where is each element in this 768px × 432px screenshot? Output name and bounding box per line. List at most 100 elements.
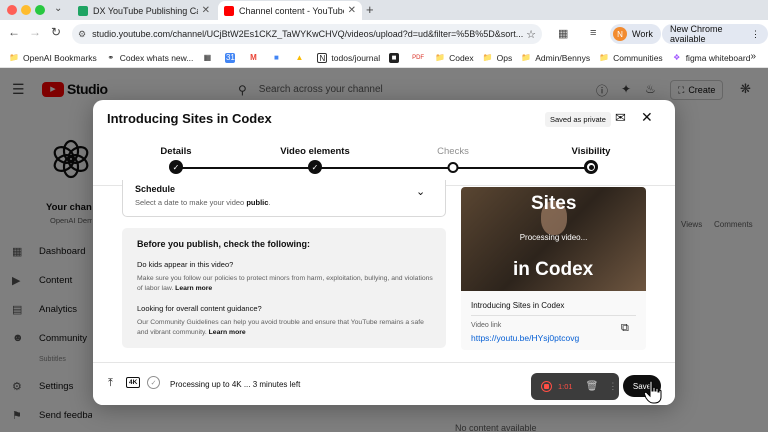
hd-4k-icon: 4K — [126, 377, 141, 388]
bookmark-icon: ■ — [274, 52, 279, 62]
bookmark-openai[interactable]: 📁 OpenAI Bookmarks — [9, 53, 97, 63]
bookmark-communities-folder[interactable]: 📁 Communities — [599, 53, 663, 63]
prepublish-heading: Before you publish, check the following: — [137, 239, 311, 249]
bookmark-calendar[interactable]: 31 — [225, 52, 239, 63]
back-arrow-icon[interactable]: ← — [8, 25, 20, 39]
video-link[interactable]: https://youtu.be/HYsj0ptcovg — [471, 333, 579, 343]
gmail-icon: M — [250, 52, 257, 62]
tab-search-chevron-icon[interactable]: ⌄ — [54, 3, 62, 14]
bookmark-drive[interactable]: ▲ — [294, 53, 308, 63]
checks-status-icon: ✓ — [147, 376, 160, 389]
profile-label: Work — [632, 29, 653, 39]
trash-icon[interactable]: 🗑 — [586, 381, 599, 392]
prepublish-checklist: Before you publish, check the following:… — [122, 228, 446, 348]
chevron-down-icon[interactable]: ⌄ — [416, 185, 425, 198]
saved-status-badge: Saved as private — [545, 112, 611, 127]
guidelines-text: Our Community Guidelines can help you av… — [137, 319, 424, 336]
bookmarks-bar: 📁 OpenAI Bookmarks ⚭ Codex whats new... ▦ … — [0, 48, 768, 68]
stepper-line — [176, 167, 592, 169]
new-tab-plus-icon[interactable]: + — [366, 2, 374, 17]
tab-close-icon[interactable]: ✕ — [202, 5, 210, 16]
forward-arrow-icon[interactable]: → — [29, 25, 41, 39]
close-icon[interactable]: ✕ — [641, 109, 653, 126]
close-window-button[interactable] — [7, 5, 17, 15]
stop-recording-icon[interactable] — [541, 381, 552, 392]
screen-recording-toolbar: 1:01 🗑 ⋮ — [531, 373, 619, 400]
recording-timer: 1:01 — [558, 382, 573, 391]
site-info-icon[interactable]: ⚙ — [78, 29, 86, 40]
chrome-update-button[interactable]: New Chrome available ⋮ — [662, 24, 768, 44]
kids-question: Do kids appear in this video? — [137, 260, 234, 269]
extensions-icon[interactable]: ▦ — [558, 27, 568, 40]
drive-icon: ▲ — [295, 52, 304, 62]
guidance-question: Looking for overall content guidance? — [137, 304, 262, 313]
upload-dialog: Introducing Sites in Codex Saved as priv… — [93, 100, 675, 405]
copy-icon[interactable]: ⧉ — [621, 322, 629, 335]
schedule-title: Schedule — [135, 184, 176, 194]
bookmark-gmail[interactable]: M — [248, 53, 262, 63]
calendar-icon: 31 — [225, 52, 236, 63]
step-pending-dot[interactable] — [447, 162, 459, 173]
folder-icon: 📁 — [482, 52, 493, 62]
bookmark-figma[interactable]: ❖ figma whiteboard — [672, 52, 750, 63]
bookmark-apps[interactable]: ▦ — [202, 53, 216, 63]
processing-status: Processing video... — [519, 233, 588, 242]
schedule-section[interactable]: Schedule Select a date to make your vide… — [122, 180, 446, 217]
kids-learn-more-link[interactable]: Learn more — [175, 285, 212, 292]
app-icon: ■ — [389, 52, 400, 63]
tab-title: Channel content - YouTube St — [239, 5, 344, 16]
step-label-details[interactable]: Details — [160, 146, 191, 157]
dialog-footer: ⤒ 4K ✓ Processing up to 4K ... 3 minutes… — [93, 362, 675, 405]
folder-icon: 📁 — [9, 52, 19, 62]
maximize-window-button[interactable] — [35, 5, 45, 15]
url-bar[interactable]: ⚙ studio.youtube.com/channel/UCjBtW2Es1C… — [72, 24, 542, 44]
thumbnail-text-bottom: in Codex — [513, 259, 594, 280]
figma-icon: ❖ — [673, 52, 681, 62]
kebab-menu-icon: ⋮ — [751, 28, 760, 39]
bookmark-app[interactable]: ■ — [389, 52, 403, 63]
reload-icon[interactable]: ↻ — [51, 25, 61, 39]
more-bookmarks-icon[interactable]: » — [750, 51, 756, 62]
update-label: New Chrome available — [670, 24, 723, 44]
dialog-title: Introducing Sites in Codex — [107, 111, 272, 126]
video-link-label: Video link — [471, 322, 502, 329]
thumbnail-text-top: Sites — [531, 193, 577, 214]
feedback-icon[interactable]: ✉ — [615, 110, 626, 126]
tab-title: DX YouTube Publishing Calen — [93, 5, 198, 16]
sheets-icon — [78, 5, 88, 16]
grid-icon: ▦ — [203, 52, 212, 62]
bookmark-item[interactable]: ■ — [271, 53, 285, 63]
pdf-icon: PDF — [412, 54, 425, 61]
hand-cursor-icon — [644, 380, 662, 404]
video-preview-card: Sites Processing video... in Codex Intro… — [461, 187, 646, 350]
step-label-visibility[interactable]: Visibility — [572, 146, 611, 157]
guidelines-learn-more-link[interactable]: Learn more — [209, 329, 246, 336]
minimize-window-button[interactable] — [21, 5, 31, 15]
profile-button[interactable]: N Work — [610, 24, 661, 44]
drag-handle-icon[interactable]: ⋮ — [608, 381, 617, 392]
bookmark-pdf[interactable]: PDF — [412, 53, 426, 63]
bookmark-ops-folder[interactable]: 📁 Ops — [483, 53, 513, 63]
browser-tab-channel-content[interactable]: Channel content - YouTube St ✕ — [218, 1, 362, 20]
bookmark-star-icon[interactable]: ☆ — [526, 28, 536, 41]
video-thumbnail[interactable]: Sites Processing video... in Codex — [461, 187, 646, 291]
tab-close-icon[interactable]: ✕ — [348, 5, 356, 16]
step-label-video-elements[interactable]: Video elements — [280, 146, 350, 157]
upload-icon[interactable]: ⤒ — [108, 377, 113, 390]
browser-tab-calendar[interactable]: DX YouTube Publishing Calen ✕ — [72, 1, 216, 20]
notion-icon: N — [317, 52, 328, 63]
profile-avatar: N — [613, 27, 627, 41]
bookmark-codex-whats-new[interactable]: ⚭ Codex whats new... — [106, 53, 193, 63]
bookmark-admin-folder[interactable]: 📁 Admin/Bennys — [521, 53, 590, 63]
browser-tab-bar: ⌄ DX YouTube Publishing Calen ✕ Channel … — [0, 0, 768, 20]
step-done-check-icon[interactable]: ✓ — [308, 160, 322, 174]
reading-list-icon[interactable]: ≡ — [590, 27, 596, 39]
step-done-check-icon[interactable]: ✓ — [169, 160, 183, 174]
bookmark-codex-folder[interactable]: 📁 Codex — [435, 53, 474, 63]
folder-icon: 📁 — [435, 52, 446, 62]
schedule-subtitle: Select a date to make your video public. — [135, 198, 271, 207]
bookmark-todos[interactable]: Ntodos/journal — [317, 52, 380, 63]
preview-video-title: Introducing Sites in Codex — [471, 301, 565, 310]
step-label-checks[interactable]: Checks — [437, 146, 469, 157]
step-current-dot[interactable] — [584, 160, 598, 174]
